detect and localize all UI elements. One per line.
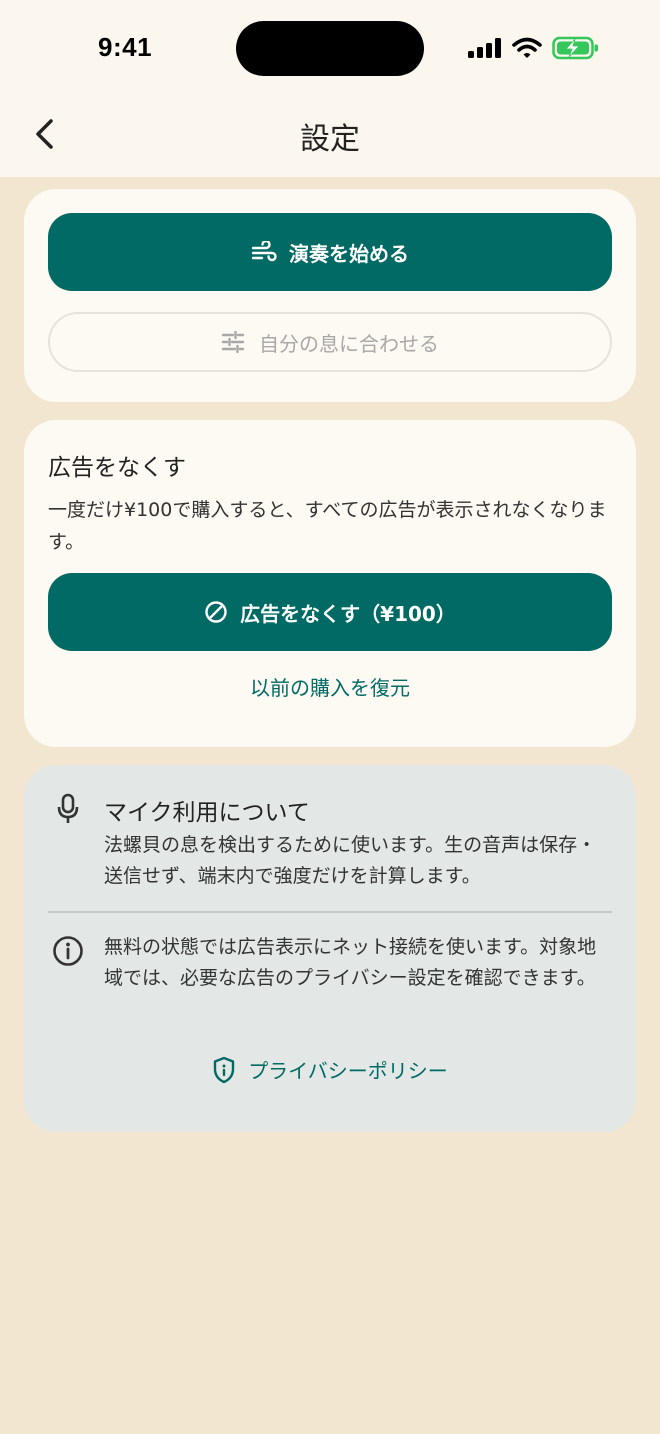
microphone-icon xyxy=(48,789,88,829)
info-icon xyxy=(48,931,88,971)
navigation-bar: 設定 xyxy=(0,96,660,177)
status-time: 9:41 xyxy=(98,32,153,62)
sliders-icon xyxy=(221,331,245,353)
calibrate-breath-button[interactable]: 自分の息に合わせる xyxy=(48,312,612,372)
remove-ads-label: 広告をなくす（¥100） xyxy=(240,601,456,626)
remove-ads-description: 一度だけ¥100で購入すると、すべての広告が表示されなくなります。 xyxy=(48,499,607,553)
mic-usage-text: 法螺貝の息を検出するために使います。生の音声は保存・送信せず、端末内で強度だけを… xyxy=(104,834,597,887)
mic-usage-title: マイク利用について xyxy=(104,800,310,826)
privacy-policy-link[interactable]: プライバシーポリシー xyxy=(24,1055,636,1084)
calibrate-breath-label: 自分の息に合わせる xyxy=(259,331,439,356)
status-bar: 9:41 xyxy=(0,0,660,96)
restore-purchase-link[interactable]: 以前の購入を復元 xyxy=(24,672,636,701)
network-usage-text: 無料の状態では広告表示にネット接続を使います。対象地域では、必要な広告のプライバ… xyxy=(104,936,597,989)
start-playing-button[interactable]: 演奏を始める xyxy=(48,213,612,291)
wind-icon xyxy=(251,241,277,262)
remove-ads-button[interactable]: 広告をなくす（¥100） xyxy=(48,573,612,651)
signal-icon xyxy=(468,38,501,58)
wifi-icon xyxy=(512,37,542,58)
privacy-info-card: マイク利用について 法螺貝の息を検出するために使います。生の音声は保存・送信せず… xyxy=(24,765,636,1132)
status-icons xyxy=(468,36,600,60)
block-icon xyxy=(205,601,227,623)
remove-ads-title: 広告をなくす xyxy=(48,455,186,481)
shield-icon xyxy=(213,1056,235,1083)
divider xyxy=(48,911,612,913)
start-playing-label: 演奏を始める xyxy=(289,241,409,266)
play-card: 演奏を始める 自分の息に合わせる xyxy=(24,189,636,402)
remove-ads-card: 広告をなくす 一度だけ¥100で購入すると、すべての広告が表示されなくなります。… xyxy=(24,420,636,747)
page-title: 設定 xyxy=(300,122,360,157)
privacy-policy-label: プライバシーポリシー xyxy=(248,1059,448,1083)
battery-charging-icon xyxy=(552,36,598,60)
dynamic-island xyxy=(236,21,424,76)
